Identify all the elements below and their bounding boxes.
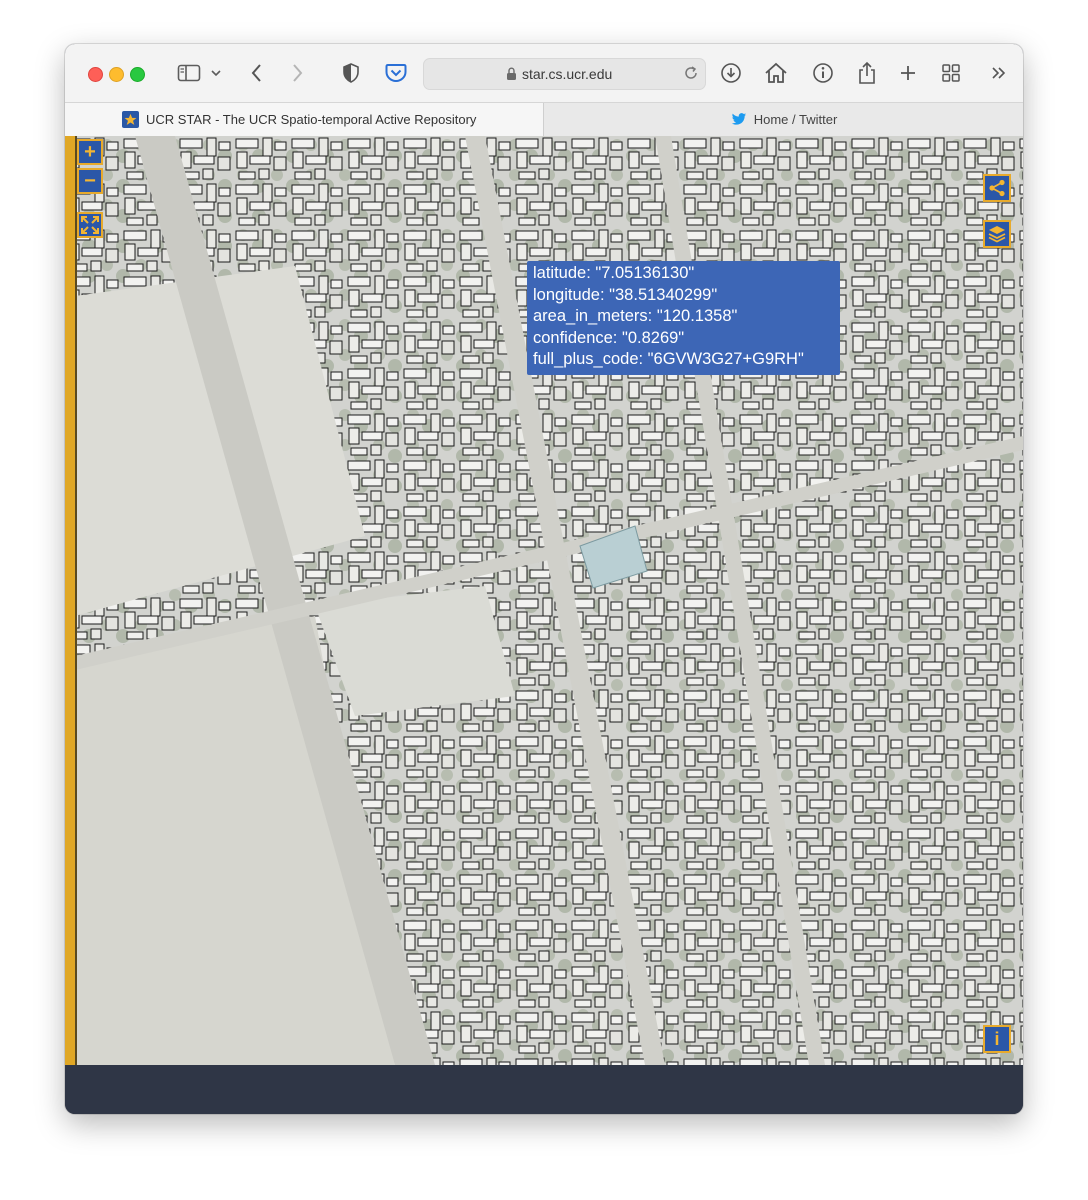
tab-overview-icon[interactable] bbox=[939, 59, 963, 87]
chevron-down-icon[interactable] bbox=[209, 59, 223, 87]
lock-icon bbox=[506, 67, 517, 86]
popup-confidence: confidence: "0.8269" bbox=[533, 328, 685, 347]
tab-bar: UCR STAR - The UCR Spatio-temporal Activ… bbox=[65, 102, 1023, 137]
tab-ucr-star[interactable]: UCR STAR - The UCR Spatio-temporal Activ… bbox=[65, 103, 543, 136]
close-window-button[interactable] bbox=[88, 67, 103, 82]
popup-longitude: longitude: "38.51340299" bbox=[533, 285, 718, 304]
tab-title: Home / Twitter bbox=[753, 112, 838, 127]
share-icon[interactable] bbox=[854, 59, 880, 87]
fullscreen-button[interactable] bbox=[77, 212, 103, 238]
address-url: star.cs.ucr.edu bbox=[522, 66, 613, 82]
map-left-border bbox=[65, 136, 77, 1065]
home-icon[interactable] bbox=[763, 59, 789, 87]
minimize-window-button[interactable] bbox=[109, 67, 124, 82]
popup-latitude: latitude: "7.05136130" bbox=[533, 264, 695, 282]
zoom-in-button[interactable]: + bbox=[77, 139, 103, 165]
back-arrow-icon[interactable] bbox=[245, 59, 269, 87]
layers-button[interactable] bbox=[983, 220, 1011, 248]
popup-plus-code: full_plus_code: "6GVW3G27+G9RH" bbox=[533, 350, 804, 368]
double-chevron-right-icon[interactable] bbox=[987, 59, 1011, 87]
address-bar[interactable]: star.cs.ucr.edu bbox=[423, 58, 706, 90]
star-favicon-icon bbox=[122, 111, 139, 128]
shield-icon[interactable] bbox=[339, 59, 363, 87]
info-circle-icon[interactable] bbox=[810, 59, 836, 87]
sidebar-toggle-icon[interactable] bbox=[175, 59, 203, 87]
feature-popup: latitude: "7.05136130" longitude: "38.51… bbox=[527, 261, 840, 375]
expand-arrows-icon bbox=[81, 216, 99, 234]
info-button[interactable]: i bbox=[983, 1025, 1011, 1053]
tab-title: UCR STAR - The UCR Spatio-temporal Activ… bbox=[146, 112, 477, 127]
page-footer-bar bbox=[65, 1065, 1023, 1114]
popup-area: area_in_meters: "120.1358" bbox=[533, 307, 738, 325]
new-tab-plus-icon[interactable] bbox=[896, 59, 920, 87]
browser-window: star.cs.ucr.edu UCR STAR - The UCR Spati… bbox=[65, 44, 1023, 1114]
layers-icon bbox=[988, 225, 1006, 243]
tab-twitter[interactable]: Home / Twitter bbox=[543, 103, 1023, 136]
zoom-window-button[interactable] bbox=[130, 67, 145, 82]
zoom-out-button[interactable]: − bbox=[77, 168, 103, 194]
share-nodes-icon bbox=[988, 179, 1006, 197]
reload-icon[interactable] bbox=[683, 65, 699, 86]
forward-arrow-icon[interactable] bbox=[285, 59, 309, 87]
pocket-icon[interactable] bbox=[383, 59, 409, 87]
browser-toolbar: star.cs.ucr.edu bbox=[65, 44, 1023, 102]
download-icon[interactable] bbox=[718, 59, 744, 87]
twitter-bird-icon bbox=[731, 113, 747, 126]
share-map-button[interactable] bbox=[983, 174, 1011, 202]
